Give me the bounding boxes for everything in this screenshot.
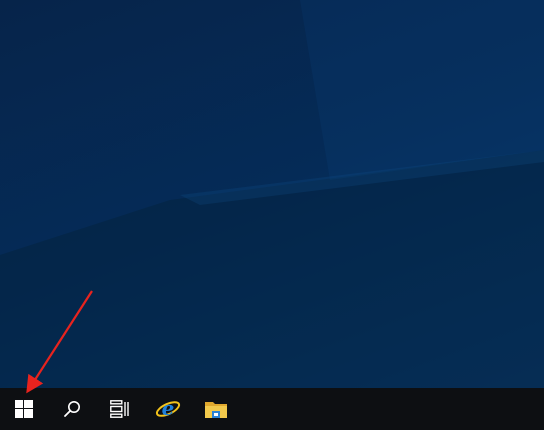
internet-explorer-icon: e [155, 397, 181, 420]
taskbar: e [0, 388, 544, 430]
desktop-wallpaper [0, 0, 544, 388]
internet-explorer-button[interactable]: e [144, 388, 192, 430]
file-explorer-button[interactable] [192, 388, 240, 430]
annotation-arrow [26, 290, 93, 394]
file-explorer-icon [205, 402, 227, 418]
task-view-button[interactable] [96, 388, 144, 430]
start-button[interactable] [0, 388, 48, 430]
task-view-icon [110, 400, 129, 418]
search-icon [64, 401, 80, 417]
svg-text:e: e [162, 397, 175, 420]
search-button[interactable] [48, 388, 96, 430]
desktop[interactable]: e [0, 0, 544, 430]
windows-logo-icon [15, 400, 33, 418]
